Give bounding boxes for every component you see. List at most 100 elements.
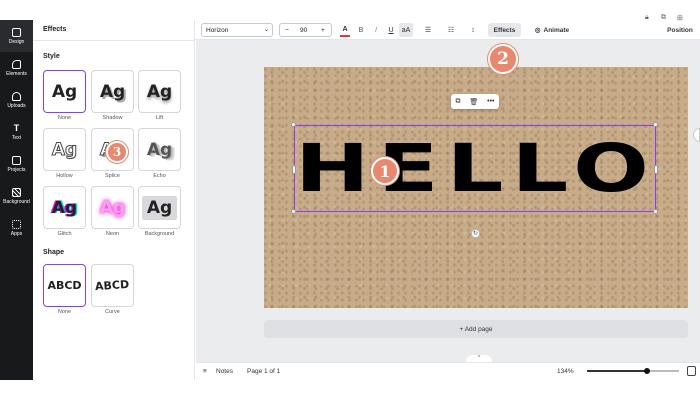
rail-item-design[interactable]: Design bbox=[0, 20, 33, 52]
shape-label-curve: Curve bbox=[105, 309, 120, 315]
style-section-title: Style bbox=[43, 53, 60, 60]
italic-icon: I bbox=[375, 26, 377, 34]
effects-button[interactable]: Effects bbox=[488, 23, 521, 37]
resize-handle-left[interactable] bbox=[292, 165, 296, 174]
style-tile-background[interactable]: Ag bbox=[138, 186, 181, 229]
style-label-hollow: Hollow bbox=[56, 173, 73, 179]
decrease-size-button[interactable]: − bbox=[285, 27, 289, 34]
resize-handle-br[interactable] bbox=[653, 209, 658, 214]
style-label-neon: Neon bbox=[105, 231, 120, 237]
add-page-button[interactable]: + Add page bbox=[264, 320, 688, 338]
rail-label-apps: Apps bbox=[10, 230, 23, 237]
notes-icon[interactable]: ≡ bbox=[203, 368, 207, 375]
spacing-button[interactable]: ↕ bbox=[467, 23, 479, 37]
trash-icon[interactable]: 🗑︎ bbox=[469, 98, 478, 106]
text-toolbar: Horizon ⌄ − 90 + A B I U aA ☰ ☷ ↕ Effect… bbox=[195, 20, 700, 40]
shape-tile-curve[interactable]: ABCD bbox=[91, 264, 134, 307]
style-label-glitch: Glitch bbox=[57, 231, 72, 237]
zoom-level[interactable]: 134% bbox=[557, 368, 574, 375]
more-icon[interactable]: ••• bbox=[487, 98, 494, 105]
rail-item-text[interactable]: T Text bbox=[0, 116, 33, 148]
chevron-up-icon[interactable]: ^ bbox=[466, 355, 492, 362]
align-button[interactable]: ☰ bbox=[422, 23, 434, 37]
chevron-down-icon: ⌄ bbox=[263, 27, 269, 33]
font-size-stepper[interactable]: − 90 + bbox=[279, 23, 332, 37]
rail-item-background[interactable]: Background bbox=[0, 180, 33, 212]
shape-section-title: Shape bbox=[43, 249, 65, 256]
text-color-icon: A bbox=[342, 25, 348, 33]
side-panel-toggle[interactable] bbox=[693, 128, 700, 142]
resize-handle-right[interactable] bbox=[654, 165, 658, 174]
spacing-icon: ↕ bbox=[471, 26, 475, 34]
pages-view-icon[interactable] bbox=[687, 366, 696, 376]
style-label-lift: Lift bbox=[155, 115, 164, 121]
increase-size-button[interactable]: + bbox=[321, 27, 325, 34]
panel-title: Effects bbox=[43, 26, 67, 33]
style-tile-none[interactable]: Ag bbox=[43, 70, 86, 113]
style-tile-echo[interactable]: Ag bbox=[138, 128, 181, 171]
rotate-icon[interactable]: ↻ bbox=[471, 229, 480, 238]
resize-handle-tl[interactable] bbox=[291, 122, 296, 127]
letter-case-button[interactable]: aA bbox=[399, 23, 413, 37]
pattern-icon bbox=[12, 187, 21, 197]
shapes-icon bbox=[12, 59, 21, 69]
text-icon: T bbox=[13, 122, 20, 133]
list-button[interactable]: ☷ bbox=[445, 23, 457, 37]
font-family-select[interactable]: Horizon ⌄ bbox=[201, 23, 273, 37]
lock-icon[interactable]: 🔒︎ bbox=[645, 14, 649, 22]
zoom-slider-knob[interactable] bbox=[643, 368, 650, 374]
style-sample: Ag bbox=[146, 81, 173, 102]
rail-label-design: Design bbox=[8, 38, 25, 45]
rail-item-projects[interactable]: Projects bbox=[0, 148, 33, 180]
rail-label-projects: Projects bbox=[7, 166, 26, 173]
style-sample: Ag bbox=[51, 81, 78, 102]
style-label-none: None bbox=[57, 115, 72, 121]
rail-item-uploads[interactable]: Uploads bbox=[0, 84, 33, 116]
shape-tile-none[interactable]: ABCD bbox=[43, 264, 86, 307]
style-tile-lift[interactable]: Ag bbox=[138, 70, 181, 113]
font-family-value: Horizon bbox=[206, 27, 229, 34]
rail-label-elements: Elements bbox=[6, 70, 27, 77]
callout-2: 2 bbox=[488, 44, 518, 74]
letter-case-icon: aA bbox=[401, 26, 411, 34]
effects-label: Effects bbox=[493, 26, 516, 34]
underline-button[interactable]: U bbox=[386, 23, 396, 37]
animate-button[interactable]: ◎ Animate bbox=[531, 23, 573, 37]
list-icon: ☷ bbox=[447, 27, 455, 34]
style-tile-shadow[interactable]: Ag bbox=[91, 70, 134, 113]
style-label-splice: Splice bbox=[105, 173, 120, 179]
position-button[interactable]: Position bbox=[665, 23, 695, 37]
style-label-background: Background bbox=[144, 231, 175, 237]
style-label-echo: Echo bbox=[153, 173, 166, 179]
element-floating-toolbar: ⧉ 🗑︎ ••• bbox=[451, 94, 499, 109]
style-sample: Ag bbox=[99, 197, 126, 218]
style-sample: Ag bbox=[51, 139, 78, 160]
zoom-slider[interactable] bbox=[587, 368, 679, 374]
text-color-button[interactable]: A bbox=[340, 23, 350, 37]
italic-button[interactable]: I bbox=[371, 23, 381, 37]
font-size-input[interactable]: 90 bbox=[300, 27, 307, 34]
style-tile-neon[interactable]: Ag bbox=[91, 186, 134, 229]
duplicate-page-icon[interactable]: ⧉ bbox=[661, 14, 666, 22]
notes-button[interactable]: Notes bbox=[216, 368, 233, 375]
folder-icon bbox=[12, 155, 21, 165]
add-page-icon[interactable]: ⊞ bbox=[677, 14, 683, 22]
style-tile-glitch[interactable]: Ag bbox=[43, 186, 86, 229]
rail-label-text: Text bbox=[11, 134, 22, 141]
resize-handle-bl[interactable] bbox=[291, 209, 296, 214]
bold-button[interactable]: B bbox=[356, 23, 366, 37]
rail-item-apps[interactable]: Apps bbox=[0, 212, 33, 244]
animate-label: Animate bbox=[543, 26, 570, 34]
style-tile-hollow[interactable]: Ag bbox=[43, 128, 86, 171]
resize-handle-tr[interactable] bbox=[653, 122, 658, 127]
rail-item-elements[interactable]: Elements bbox=[0, 52, 33, 84]
style-sample: Ag bbox=[141, 195, 178, 220]
style-sample: Ag bbox=[51, 197, 78, 218]
left-rail: Design Elements Uploads T Text Projects … bbox=[0, 20, 33, 380]
shape-sample: ABCD bbox=[95, 277, 130, 294]
duplicate-icon[interactable]: ⧉ bbox=[455, 98, 460, 106]
page-indicator: Page 1 of 1 bbox=[247, 368, 281, 375]
panel-divider bbox=[33, 40, 195, 41]
cloud-upload-icon bbox=[12, 91, 21, 101]
layout-icon bbox=[12, 27, 21, 37]
